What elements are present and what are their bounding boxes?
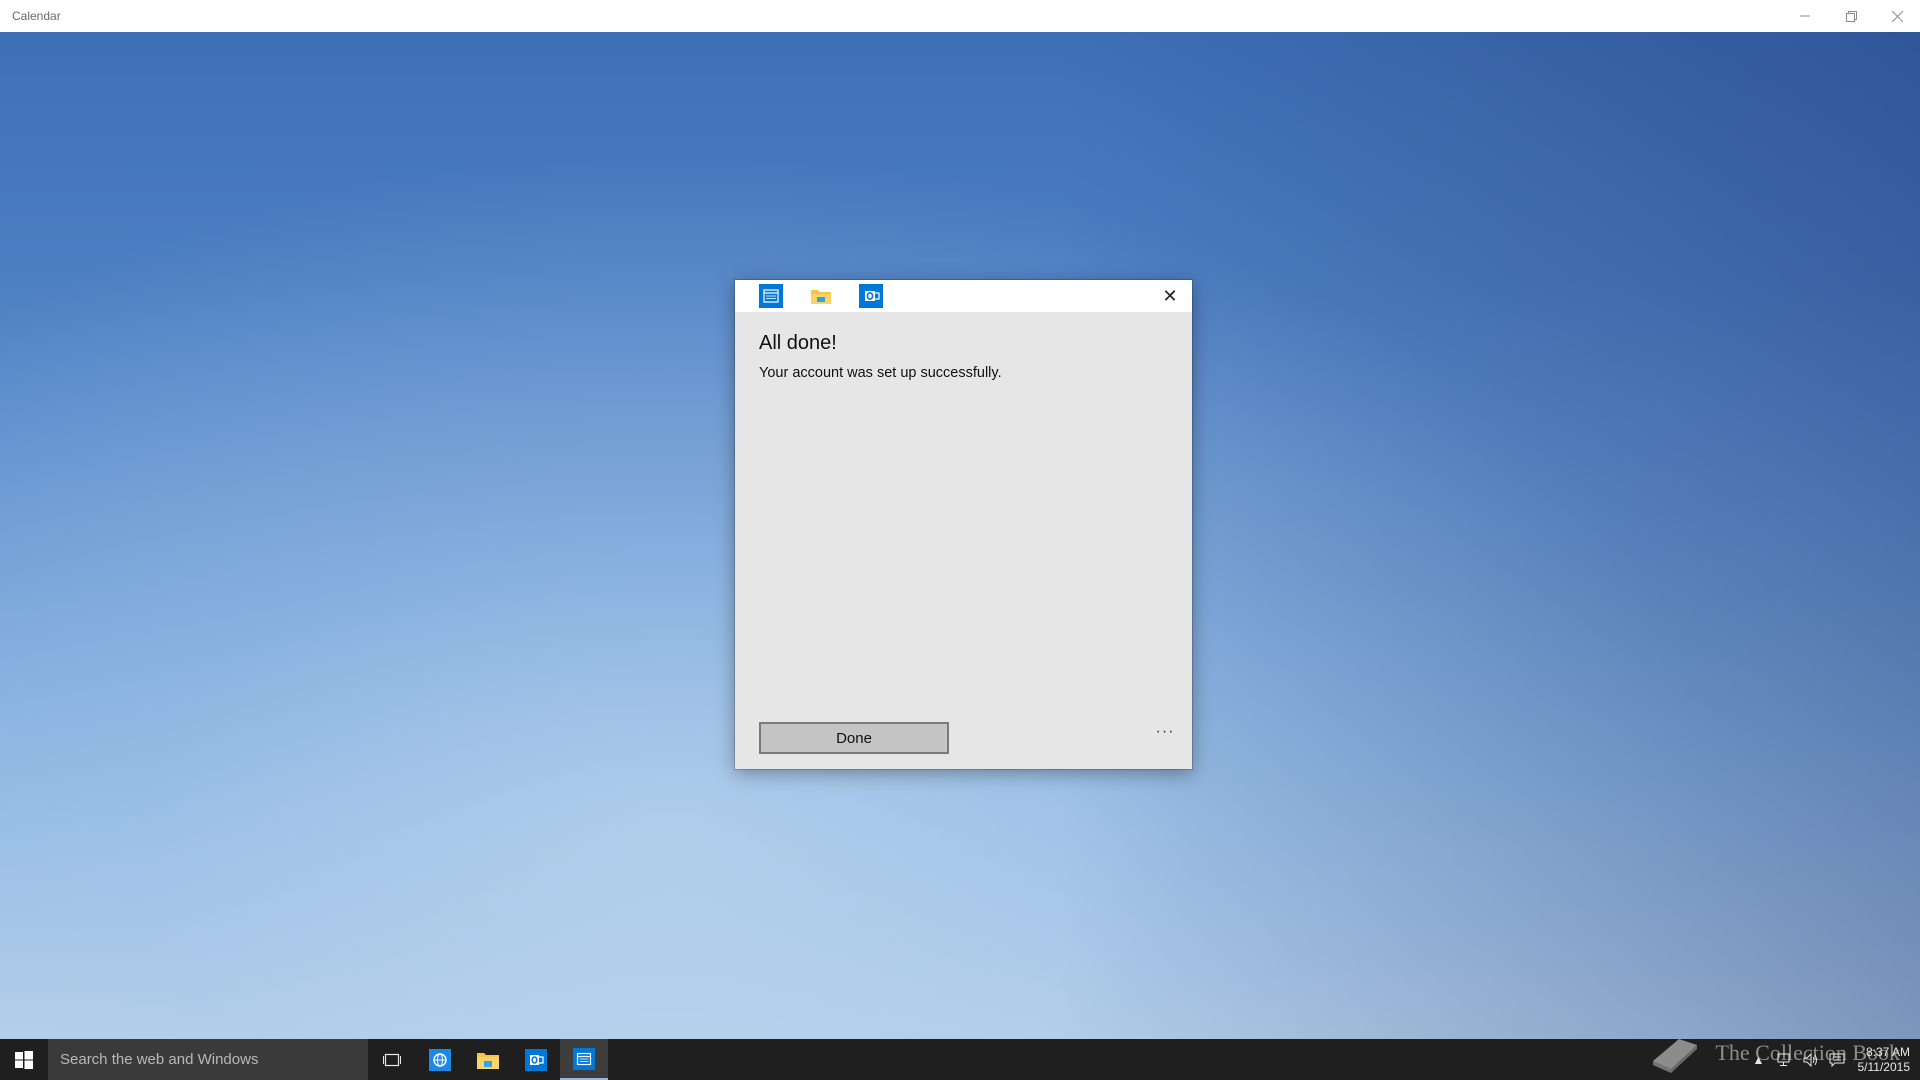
calendar-icon xyxy=(573,1047,595,1070)
account-setup-dialog: ✕ All done! Your account was set up succ… xyxy=(735,280,1192,769)
file-explorer-icon xyxy=(477,1052,499,1069)
taskbar: Search the web and Windows ▲ 8:37 AM 5/1… xyxy=(0,1039,1920,1080)
system-tray: ▲ 8:37 AM 5/11/2015 xyxy=(1746,1039,1920,1080)
taskbar-file-explorer[interactable] xyxy=(464,1039,512,1080)
windows-logo-icon xyxy=(15,1050,33,1069)
dialog-message: Your account was set up successfully. xyxy=(759,365,1002,381)
minimize-button[interactable] xyxy=(1782,0,1828,32)
restore-button[interactable] xyxy=(1828,0,1874,32)
start-button[interactable] xyxy=(0,1039,48,1080)
task-view-button[interactable] xyxy=(368,1039,416,1080)
search-placeholder: Search the web and Windows xyxy=(60,1051,259,1068)
dialog-header: ✕ xyxy=(735,280,1192,312)
clock-time: 8:37 AM xyxy=(1865,1044,1910,1059)
close-window-button[interactable] xyxy=(1874,0,1920,32)
dialog-body: All done! Your account was set up succes… xyxy=(735,312,1192,381)
outlook-icon xyxy=(859,284,883,308)
task-view-icon xyxy=(383,1053,401,1066)
app-title: Calendar xyxy=(12,9,61,23)
restore-icon xyxy=(1845,10,1857,22)
show-hidden-icons-button[interactable]: ▲ xyxy=(1746,1053,1772,1067)
outlook-icon xyxy=(525,1048,547,1071)
internet-explorer-icon xyxy=(429,1048,451,1071)
calendar-app-icon xyxy=(759,284,783,308)
taskbar-calendar[interactable] xyxy=(560,1039,608,1080)
action-center-icon xyxy=(1829,1053,1844,1067)
taskbar-internet-explorer[interactable] xyxy=(416,1039,464,1080)
dialog-title: All done! xyxy=(759,332,837,354)
clock-date: 5/11/2015 xyxy=(1857,1059,1911,1074)
taskbar-clock[interactable]: 8:37 AM 5/11/2015 xyxy=(1850,1045,1920,1075)
volume-button[interactable] xyxy=(1798,1052,1824,1067)
action-center-button[interactable] xyxy=(1824,1053,1850,1067)
window-controls xyxy=(1782,0,1920,32)
chevron-up-icon: ▲ xyxy=(1752,1052,1765,1067)
dialog-close-button[interactable]: ✕ xyxy=(1158,284,1182,308)
volume-icon xyxy=(1803,1052,1817,1067)
network-icon xyxy=(1777,1053,1789,1066)
app-title-bar: Calendar xyxy=(0,0,1920,32)
taskbar-outlook[interactable] xyxy=(512,1039,560,1080)
done-button[interactable]: Done xyxy=(759,722,949,754)
network-button[interactable] xyxy=(1772,1053,1798,1067)
close-icon: ✕ xyxy=(1162,285,1178,307)
file-explorer-icon xyxy=(809,284,833,308)
close-icon xyxy=(1891,10,1903,22)
minimize-icon xyxy=(1800,15,1810,17)
taskbar-search-box[interactable]: Search the web and Windows xyxy=(48,1039,368,1080)
more-options-button[interactable]: ··· xyxy=(1150,720,1180,744)
